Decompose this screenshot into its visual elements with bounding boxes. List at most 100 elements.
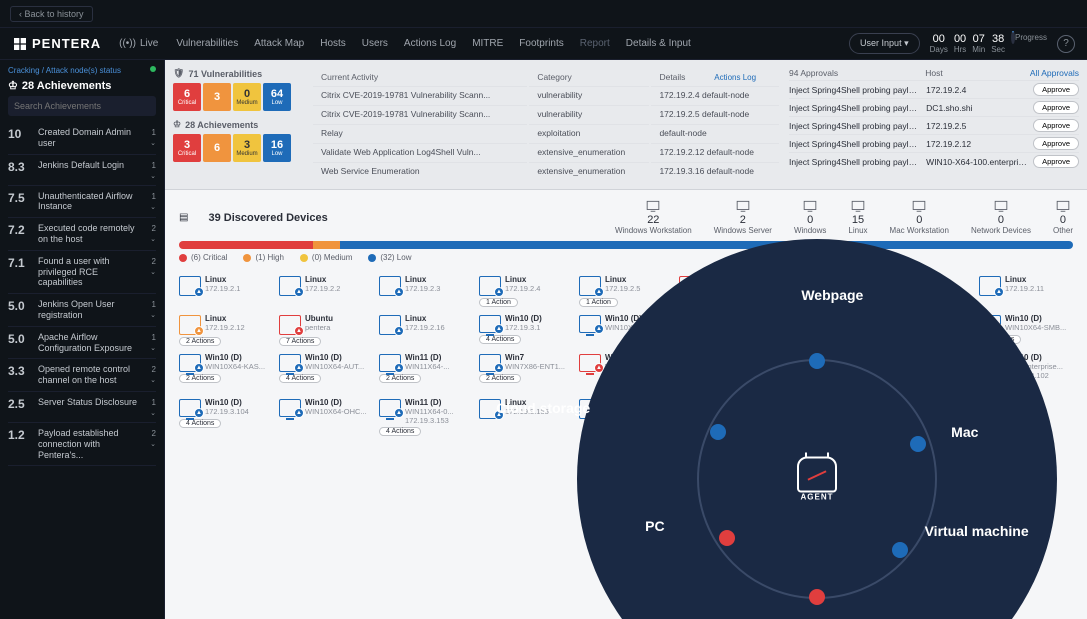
device-actions-badge[interactable]: 2 Actions — [379, 374, 421, 383]
back-to-history-button[interactable]: ‹ Back to history — [10, 6, 93, 22]
achievement-count: 1 — [152, 128, 156, 137]
approve-button[interactable]: Approve — [1033, 119, 1079, 132]
achievement-label: Jenkins Default Login — [38, 160, 144, 171]
devices-dropdown-icon[interactable]: ▤ — [179, 212, 188, 223]
device-actions-badge[interactable]: 4 Actions — [379, 427, 421, 436]
severity-block[interactable]: 3Medium — [233, 134, 261, 162]
nav-footprints[interactable]: Footprints — [519, 38, 563, 49]
approvals-title: 94 Approvals — [789, 68, 838, 78]
nav-users[interactable]: Users — [362, 38, 388, 49]
severity-block[interactable]: 6Critical — [173, 83, 201, 111]
device-actions-badge[interactable]: 4 Actions — [279, 374, 321, 383]
device-name: Ubuntu — [305, 315, 333, 323]
nav-hosts[interactable]: Hosts — [320, 38, 346, 49]
severity-block[interactable]: 64Low — [263, 83, 291, 111]
device-card[interactable]: ▲Linux172.19.2.41 Action — [479, 276, 573, 307]
device-card[interactable]: ▲Linux172.19.2.16 — [379, 315, 473, 346]
achievement-score: 7.5 — [8, 191, 32, 205]
achievement-row[interactable]: 7.5Unauthenticated Airflow Instance1⌄ — [8, 186, 156, 219]
device-icon: ▲ — [579, 315, 601, 333]
nav-attack-map[interactable]: Attack Map — [254, 38, 304, 49]
device-card[interactable]: ▲Win11 (D)WIN11X64-...2 Actions — [379, 354, 473, 391]
approve-button[interactable]: Approve — [1033, 83, 1079, 96]
activity-row[interactable]: Citrix CVE-2019-19781 Vulnerability Scan… — [313, 86, 779, 103]
approval-host: 172.19.2.4 — [926, 85, 1027, 95]
nav-actions-log[interactable]: Actions Log — [404, 38, 456, 49]
agent-icon — [797, 457, 837, 493]
nav-vulnerabilities[interactable]: Vulnerabilities — [176, 38, 238, 49]
achievement-row[interactable]: 1.2Payload established connection with P… — [8, 423, 156, 466]
agent-label: AGENT — [789, 493, 845, 502]
severity-block[interactable]: 16Low — [263, 134, 291, 162]
actions-log-link[interactable]: Actions Log — [714, 73, 756, 82]
diagram-node — [710, 424, 726, 440]
device-actions-badge[interactable]: 1 Action — [479, 298, 518, 307]
achievement-row[interactable]: 5.0Jenkins Open User registration1⌄ — [8, 294, 156, 327]
device-ip: 172.19.2.11 — [1005, 284, 1044, 293]
achievement-row[interactable]: 8.3Jenkins Default Login1⌄ — [8, 155, 156, 186]
device-ip: WIN10X64-KAS... — [205, 362, 265, 371]
diagram-node — [892, 542, 908, 558]
device-card[interactable]: ▲Win10 (D)172.19.3.1044 Actions — [179, 399, 273, 436]
activity-row[interactable]: Relayexploitationdefault-node — [313, 124, 779, 141]
achievement-label: Created Domain Admin user — [38, 127, 144, 149]
device-card[interactable]: ▲Linux172.19.2.1 — [179, 276, 273, 307]
device-card[interactable]: ▲Linux172.19.2.11 — [979, 276, 1073, 307]
achievement-count: 2 — [152, 365, 156, 374]
help-icon[interactable]: ? — [1057, 35, 1075, 53]
device-actions-badge[interactable]: 7 Actions — [279, 337, 321, 346]
achievement-row[interactable]: 2.5Server Status Disclosure1⌄ — [8, 392, 156, 423]
device-actions-badge[interactable]: 2 Actions — [479, 374, 521, 383]
device-actions-badge[interactable]: 1 Action — [579, 298, 618, 307]
device-card[interactable]: ▲Linux172.19.2.3 — [379, 276, 473, 307]
device-card[interactable]: ▲Win10 (D)WIN10X64-KAS...2 Actions — [179, 354, 273, 391]
all-approvals-link[interactable]: All Approvals — [1030, 68, 1079, 78]
severity-block[interactable]: 0Medium — [233, 83, 261, 111]
device-card[interactable]: ▲Linux172.19.2.2 — [279, 276, 373, 307]
device-icon: ▲ — [579, 276, 601, 296]
device-card[interactable]: ▲Win7WIN7X86-ENT1...2 Actions — [479, 354, 573, 391]
approve-button[interactable]: Approve — [1033, 101, 1079, 114]
search-achievements-input[interactable] — [8, 96, 156, 116]
nav-details---input[interactable]: Details & Input — [626, 38, 691, 49]
activity-row[interactable]: Validate Web Application Log4Shell Vuln.… — [313, 143, 779, 160]
chevron-down-icon: ⌄ — [150, 269, 156, 276]
device-ip: WIN10X64-OHC... — [305, 407, 367, 416]
cracking-status-link[interactable]: Cracking / Attack node(s) status — [8, 66, 121, 75]
device-card[interactable]: ▲Win10 (D)WIN10X64-OHC... — [279, 399, 373, 436]
table-header: Category — [529, 70, 649, 84]
device-actions-badge[interactable]: 4 Actions — [479, 335, 521, 344]
device-stat: 15Linux — [848, 200, 867, 235]
user-input-button[interactable]: User Input ▾ — [849, 33, 920, 54]
severity-block[interactable]: 6 — [203, 134, 231, 162]
achievement-row[interactable]: 5.0Apache Airflow Configuration Exposure… — [8, 327, 156, 360]
chevron-down-icon: ⌄ — [150, 236, 156, 243]
device-card[interactable]: ▲Win11 (D)WIN11X64-0...172.19.3.1534 Act… — [379, 399, 473, 436]
chevron-down-icon: ⌄ — [150, 312, 156, 319]
nav-mitre[interactable]: MITRE — [472, 38, 503, 49]
approval-host: 172.19.2.5 — [926, 121, 1027, 131]
achievement-row[interactable]: 7.2Executed code remotely on the host2⌄ — [8, 218, 156, 251]
nav-report[interactable]: Report — [580, 38, 610, 49]
severity-block[interactable]: 3 — [203, 83, 231, 111]
activity-row[interactable]: Citrix CVE-2019-19781 Vulnerability Scan… — [313, 105, 779, 122]
achievement-row[interactable]: 3.3Opened remote control channel on the … — [8, 359, 156, 392]
achievement-row[interactable]: 10Created Domain Admin user1⌄ — [8, 122, 156, 155]
achievement-row[interactable]: 7.1Found a user with privileged RCE capa… — [8, 251, 156, 294]
live-indicator: ((•)) Live — [119, 38, 158, 49]
approval-row: Inject Spring4Shell probing payloadDC1.s… — [789, 98, 1079, 116]
approve-button[interactable]: Approve — [1033, 137, 1079, 150]
device-card[interactable]: ▲Ubuntupentera7 Actions — [279, 315, 373, 346]
approve-button[interactable]: Approve — [1033, 155, 1079, 168]
severity-block[interactable]: 3Critical — [173, 134, 201, 162]
device-name: Win11 (D) — [405, 399, 454, 407]
device-name: Linux — [405, 276, 440, 284]
activity-row[interactable]: Web Service Enumerationextensive_enumera… — [313, 162, 779, 179]
device-card[interactable]: ▲Win10 (D)WIN10X64-AUT...4 Actions — [279, 354, 373, 391]
device-card[interactable]: ▲Linux172.19.2.122 Actions — [179, 315, 273, 346]
device-actions-badge[interactable]: 2 Actions — [179, 374, 221, 383]
device-actions-badge[interactable]: 4 Actions — [179, 419, 221, 428]
device-actions-badge[interactable]: 2 Actions — [179, 337, 221, 346]
device-card[interactable]: ▲Win10 (D)172.19.3.14 Actions — [479, 315, 573, 346]
achievement-label: Apache Airflow Configuration Exposure — [38, 332, 144, 354]
